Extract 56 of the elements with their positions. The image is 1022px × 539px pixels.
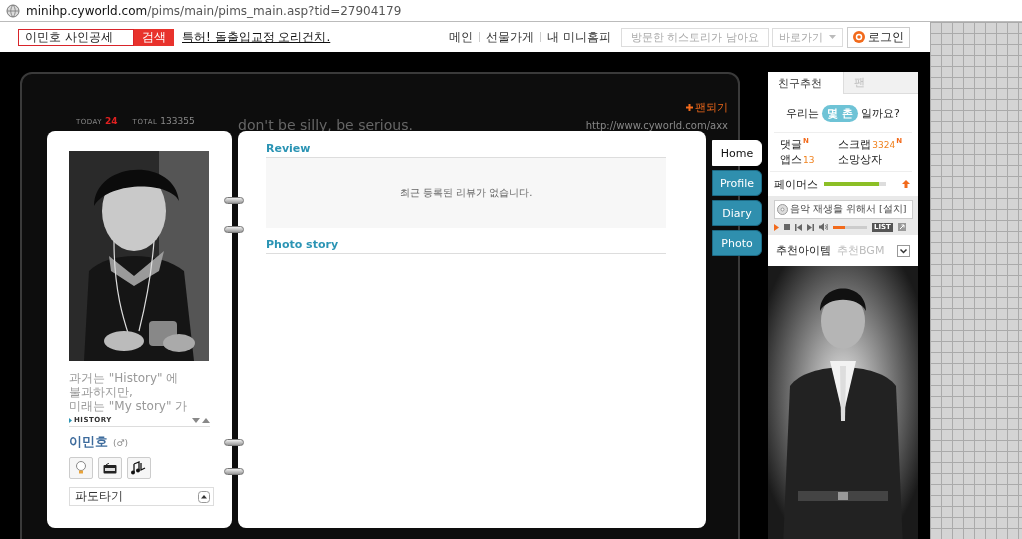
url-text[interactable]: minihp.cyworld.com/pims/main/pims_main.asp?tid=27904179 [26, 3, 402, 18]
menu-tab[interactable]: Home [712, 140, 762, 166]
login-button[interactable]: 로그인 [847, 26, 910, 48]
triangle-icon [69, 417, 72, 423]
famous-label: 페이머스 [774, 176, 818, 192]
disc-icon [777, 204, 788, 215]
promo-link[interactable]: 특허! 돌출입교정 오리건치. [182, 28, 331, 46]
previous-icon[interactable] [795, 223, 802, 231]
status-text: 미래는 "My story" 가 [69, 399, 189, 413]
status-text: 과거는 "History" 에 [69, 371, 180, 385]
empty-message: 최근 등록된 리뷰가 없습니다. [399, 186, 533, 200]
search-button[interactable]: 검색 [134, 28, 174, 46]
stat-link[interactable]: 댓글 [780, 137, 802, 152]
gender-mark: (♂) [113, 438, 129, 448]
globe-icon [6, 3, 20, 18]
surf-dropdown[interactable]: 파도타기 [69, 487, 214, 506]
volume-slider[interactable] [833, 225, 867, 229]
menu-tab[interactable]: Profile [712, 170, 762, 196]
question-text: 일까요? [861, 105, 900, 121]
section-title: Photo story [266, 238, 666, 254]
lightbulb-icon [75, 461, 87, 475]
scroll-down-icon[interactable] [192, 417, 200, 423]
install-field[interactable]: 음악 재생을 위해서 [설치] [774, 200, 913, 219]
question-text: 우리는 [786, 105, 820, 121]
visit-count: 24 [105, 116, 118, 126]
menu-tab[interactable]: Diary [712, 200, 762, 226]
caret-icon [829, 35, 836, 39]
stat-link[interactable]: 스크랩 3324 [838, 137, 896, 152]
stat-link[interactable]: 소망상자 [838, 152, 883, 167]
scroll-up-icon[interactable] [202, 417, 210, 423]
menu-tab[interactable]: Photo [712, 230, 762, 256]
popup-icon[interactable] [897, 223, 906, 231]
owner-name: 이민호 [69, 433, 108, 451]
music-button[interactable] [127, 457, 151, 479]
stat-link[interactable]: 앱스 13 [780, 152, 815, 167]
up-arrow-icon[interactable] [902, 180, 910, 188]
play-icon[interactable] [774, 223, 779, 231]
status-text: 불과하지만, [69, 385, 134, 399]
plus-icon [686, 104, 693, 111]
volume-icon[interactable] [819, 223, 828, 231]
visit-count: 133355 [160, 116, 195, 126]
nav-link[interactable]: 메인 [443, 28, 480, 46]
media-button[interactable] [98, 457, 122, 479]
search-field[interactable]: 이민호 사인공세 [18, 28, 134, 46]
fan-link[interactable]: 팬되기 [686, 100, 728, 115]
login-icon [853, 31, 865, 43]
lightbulb-button[interactable] [69, 457, 93, 479]
dropdown-icon[interactable] [897, 244, 910, 257]
hompy-title: don't be silly, be serious. [238, 117, 413, 133]
next-icon[interactable] [807, 223, 814, 231]
music-notes-icon [131, 461, 147, 475]
recommend-tab[interactable]: 추천아이템 [776, 243, 831, 258]
nav-link[interactable]: 선물가게 [480, 28, 541, 46]
boombox-icon [103, 462, 117, 474]
nav-link[interactable]: 내 미니홈피 [541, 28, 617, 46]
hompy-url: http://www.cyworld.com/axx [585, 120, 728, 131]
